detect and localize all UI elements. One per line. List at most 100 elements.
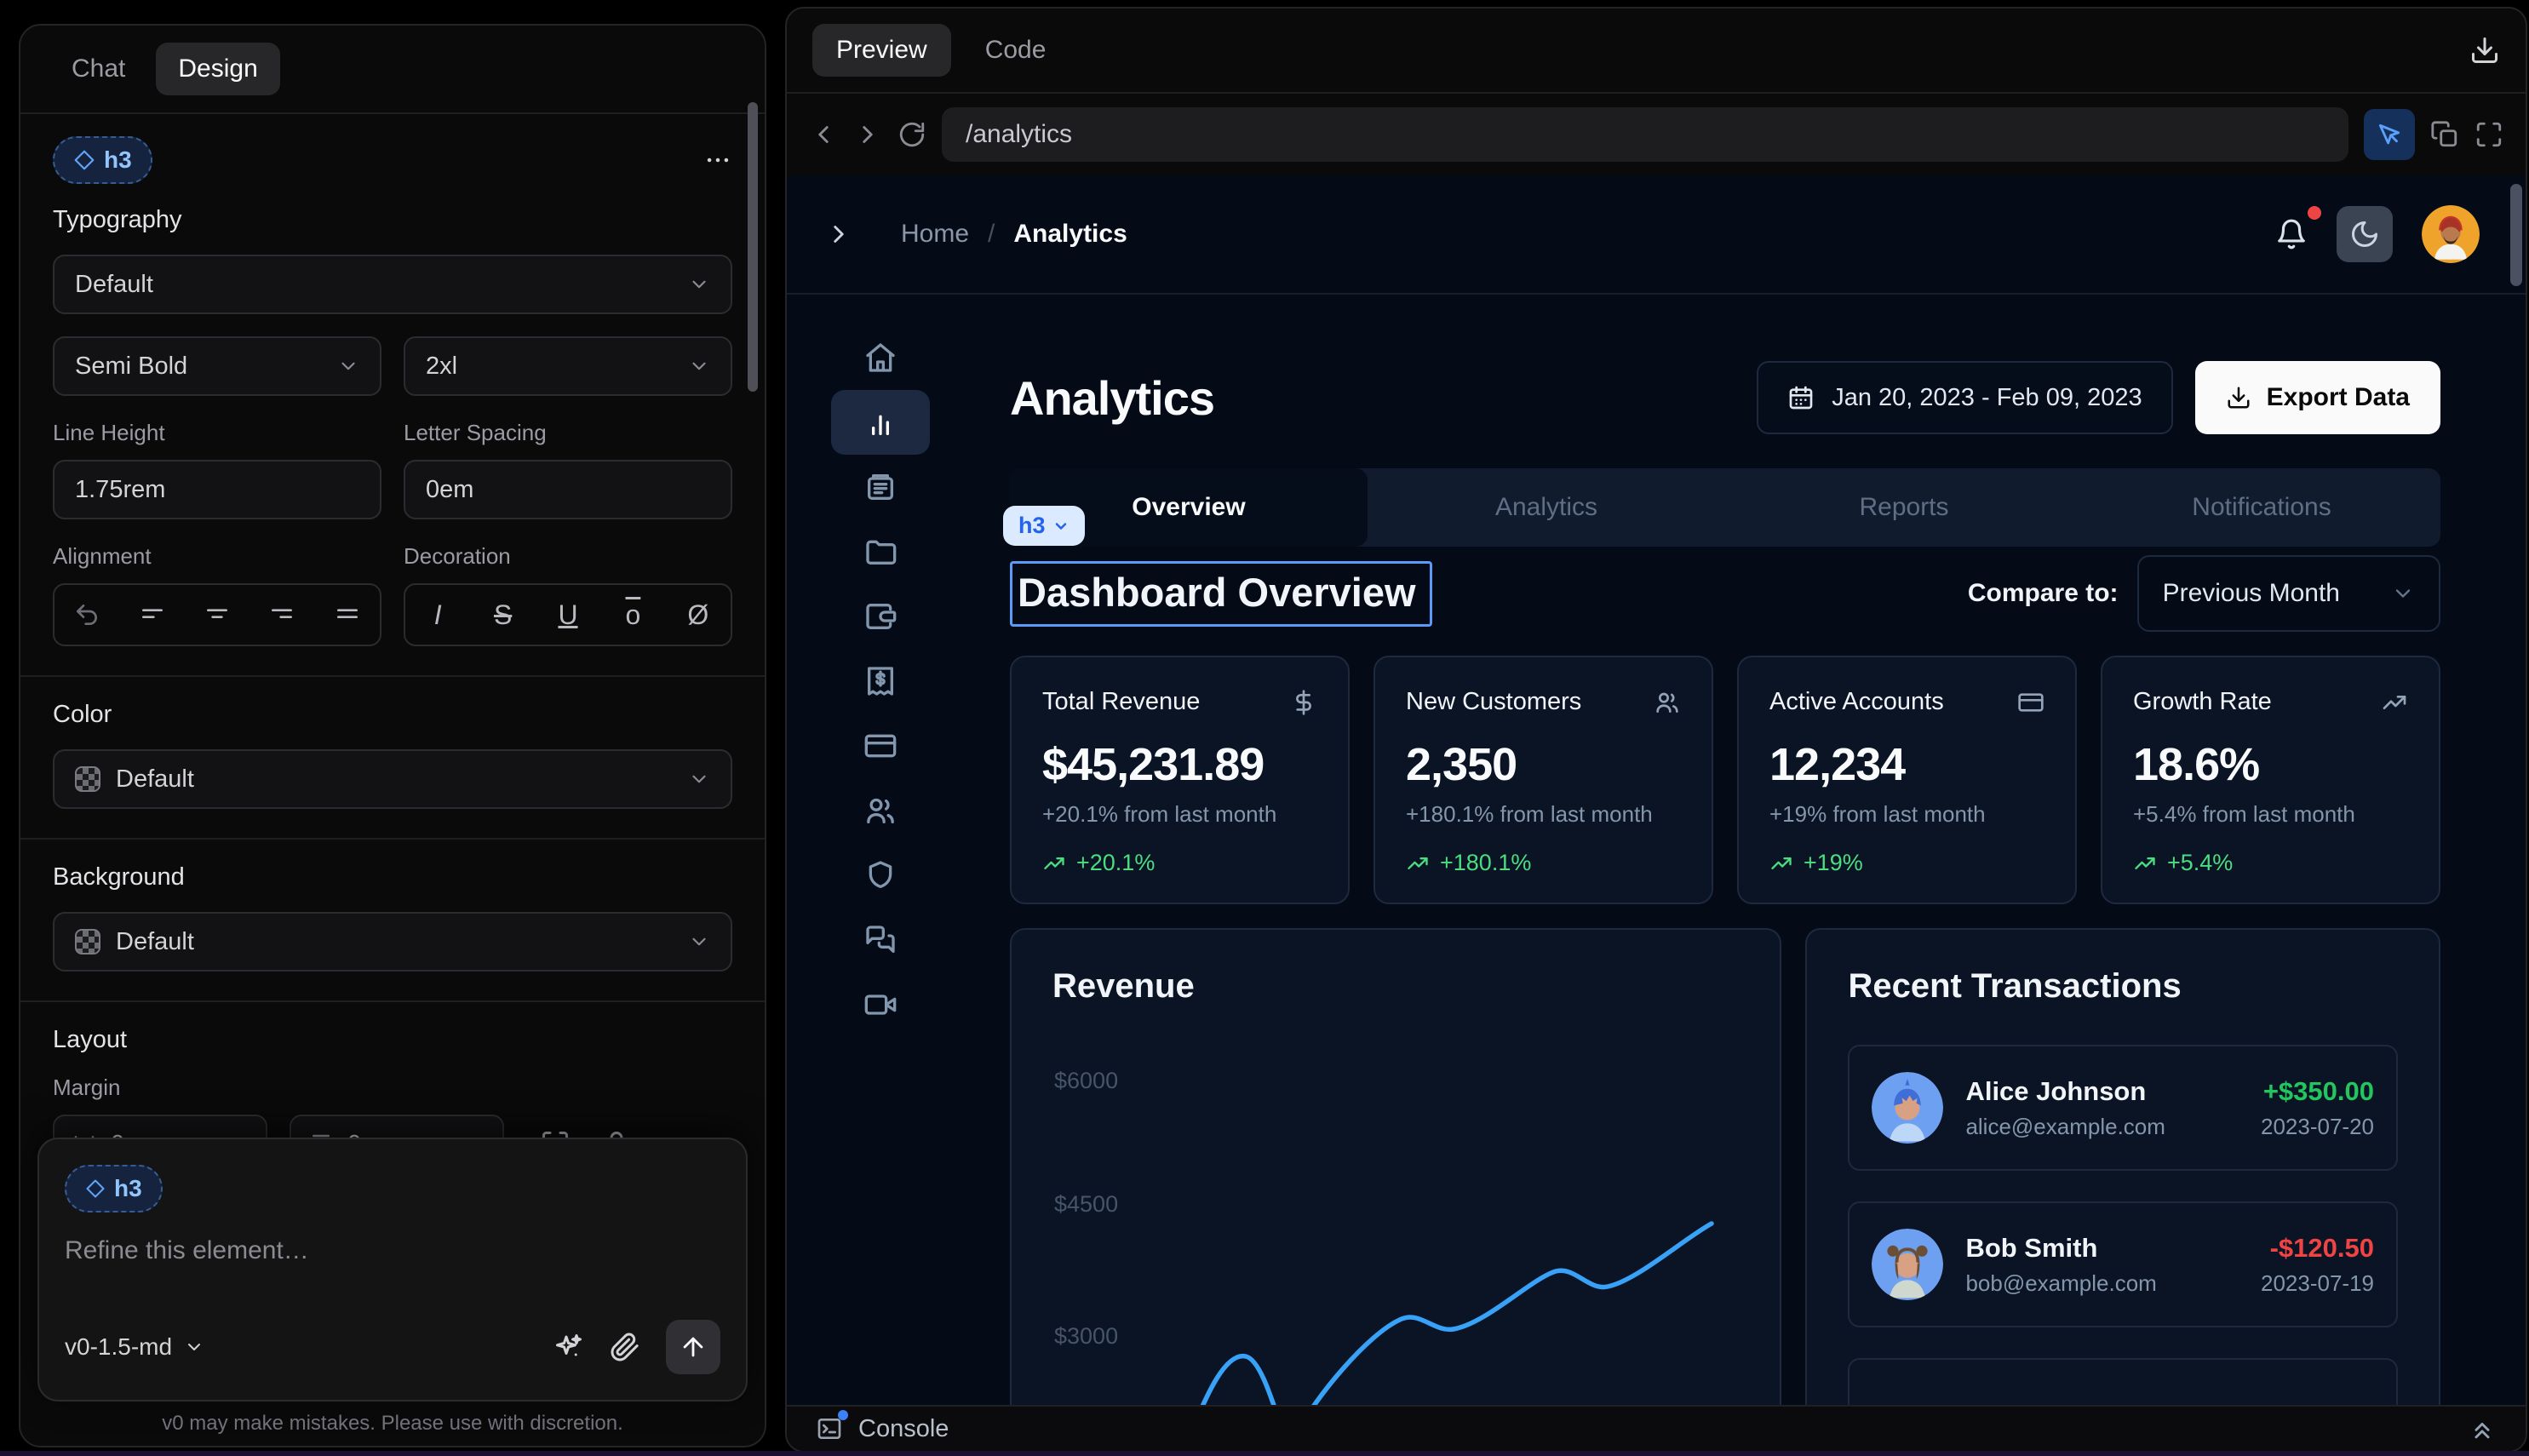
section-heading: Dashboard Overview — [1018, 570, 1416, 615]
forward-icon[interactable] — [853, 120, 882, 149]
chevron-down-icon — [688, 931, 710, 953]
sparkles-icon[interactable] — [553, 1332, 584, 1362]
letter-spacing-input[interactable]: 0em — [404, 460, 732, 519]
avatar-image — [1872, 1229, 1943, 1300]
tab-chat[interactable]: Chat — [49, 43, 147, 95]
sidebar-item-invoices[interactable] — [831, 455, 930, 519]
reset-alignment-button[interactable] — [54, 601, 119, 628]
align-center-button[interactable] — [185, 601, 249, 628]
sidebar-item-messages[interactable] — [831, 908, 930, 972]
background-select[interactable]: Default — [53, 912, 732, 972]
url-input[interactable]: /analytics — [942, 107, 2348, 162]
stats-row: Total Revenue $45,231.89 +20.1% from las… — [1010, 656, 2440, 904]
avatar — [1872, 1229, 1943, 1300]
calendar-icon — [1787, 384, 1815, 411]
chevrons-up-icon[interactable] — [2468, 1414, 2497, 1443]
sidebar-item-security[interactable] — [831, 843, 930, 908]
tab-analytics[interactable]: Analytics — [1368, 468, 1725, 547]
align-right-icon — [268, 601, 295, 628]
italic-button[interactable]: I — [405, 599, 470, 631]
strikethrough-button[interactable]: S — [470, 599, 535, 631]
font-size-select[interactable]: 2xl — [404, 336, 732, 396]
compare-select[interactable]: Previous Month — [2137, 555, 2440, 632]
inspect-mode-button[interactable] — [2364, 109, 2415, 160]
sidebar-item-cards[interactable] — [831, 714, 930, 778]
paperclip-icon[interactable] — [610, 1332, 640, 1362]
overline-button[interactable]: o — [600, 599, 665, 631]
back-icon[interactable] — [809, 120, 838, 149]
font-weight-select[interactable]: Semi Bold — [53, 336, 381, 396]
console-toggle[interactable] — [816, 1415, 843, 1442]
left-panel-scrollbar[interactable] — [748, 102, 758, 392]
background-swatch-icon — [75, 929, 100, 954]
trending-up-icon — [2133, 851, 2157, 875]
export-data-button[interactable]: Export Data — [2195, 361, 2440, 434]
revenue-chart-card: Revenue $6000 $4500 $3000 — [1010, 928, 1781, 1405]
newspaper-icon — [863, 470, 897, 504]
selected-element-outline[interactable]: Dashboard Overview — [1010, 561, 1432, 627]
sidebar-item-home[interactable] — [831, 325, 930, 390]
chevron-down-icon — [1052, 518, 1070, 535]
wallet-icon — [863, 599, 897, 633]
underline-button[interactable]: U — [536, 599, 600, 631]
send-button[interactable] — [666, 1320, 720, 1374]
model-select[interactable]: v0-1.5-md — [65, 1333, 204, 1361]
arrow-up-icon — [679, 1333, 708, 1361]
recent-transactions-card: Recent Transactions — [1805, 928, 2440, 1405]
selection-tag-chip[interactable]: h3 — [1003, 506, 1085, 546]
overline-icon: o — [626, 599, 641, 631]
font-family-select[interactable]: Default — [53, 255, 732, 314]
copy-icon[interactable] — [2430, 120, 2459, 149]
user-avatar[interactable] — [2422, 205, 2480, 263]
breadcrumb-home[interactable]: Home — [901, 220, 969, 249]
decoration-group: I S U o Ø — [404, 583, 732, 646]
design-panel-body: h3 Typography Default Semi Bold 2xl — [20, 114, 765, 1298]
no-decoration-button[interactable]: Ø — [666, 599, 731, 631]
terminal-icon — [816, 1415, 843, 1442]
margin-label: Margin — [53, 1075, 732, 1101]
strikethrough-icon: S — [494, 599, 512, 631]
align-left-icon — [139, 601, 166, 628]
theme-toggle-button[interactable] — [2337, 206, 2393, 262]
color-swatch-icon — [75, 766, 100, 792]
transaction-row[interactable]: Alice Johnson alice@example.com +$350.00… — [1848, 1045, 2398, 1171]
trending-up-icon — [1406, 851, 1430, 875]
composer-element-chip[interactable]: h3 — [65, 1165, 163, 1212]
align-right-button[interactable] — [249, 601, 314, 628]
more-options-icon[interactable] — [703, 146, 732, 175]
sidebar-item-files[interactable] — [831, 519, 930, 584]
stat-card-total-revenue: Total Revenue $45,231.89 +20.1% from las… — [1010, 656, 1350, 904]
preview-scrollbar[interactable] — [2510, 184, 2522, 286]
chevron-down-icon — [2391, 582, 2415, 605]
tab-reports[interactable]: Reports — [1725, 468, 2083, 547]
users-icon — [863, 794, 897, 828]
fullscreen-icon[interactable] — [2475, 120, 2503, 149]
align-left-button[interactable] — [119, 601, 184, 628]
download-icon[interactable] — [2469, 35, 2500, 66]
composer-input[interactable]: Refine this element… — [65, 1236, 720, 1265]
tab-code[interactable]: Code — [961, 24, 1070, 77]
tab-preview[interactable]: Preview — [812, 24, 951, 77]
notifications-button[interactable] — [2275, 218, 2308, 250]
color-select[interactable]: Default — [53, 749, 732, 809]
trending-up-icon — [2381, 689, 2408, 716]
sidebar-item-customers[interactable] — [831, 778, 930, 843]
transaction-email: alice@example.com — [1965, 1114, 2165, 1140]
sidebar-item-video[interactable] — [831, 972, 930, 1037]
sidebar-item-wallet[interactable] — [831, 584, 930, 649]
sidebar-item-billing[interactable] — [831, 649, 930, 714]
tab-design[interactable]: Design — [156, 43, 279, 95]
messages-icon — [863, 923, 897, 957]
transaction-row[interactable]: Bob Smith bob@example.com -$120.50 2023-… — [1848, 1201, 2398, 1327]
line-height-input[interactable]: 1.75rem — [53, 460, 381, 519]
sidebar-toggle-icon[interactable] — [824, 220, 853, 249]
app-sidebar — [787, 295, 974, 1405]
page-title: Analytics — [1010, 370, 1214, 426]
tab-notifications[interactable]: Notifications — [2083, 468, 2440, 547]
decoration-label: Decoration — [404, 543, 732, 570]
sidebar-item-analytics[interactable] — [831, 390, 930, 455]
date-range-picker[interactable]: Jan 20, 2023 - Feb 09, 2023 — [1757, 361, 2172, 434]
align-justify-button[interactable] — [315, 601, 380, 628]
refresh-icon[interactable] — [897, 120, 926, 149]
selected-element-chip[interactable]: h3 — [53, 136, 152, 184]
